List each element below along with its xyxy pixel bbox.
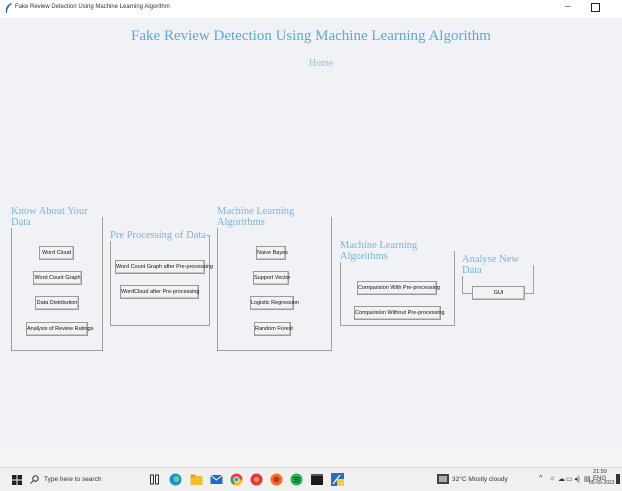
feather-icon: [5, 3, 12, 13]
mail-icon[interactable]: [210, 473, 223, 486]
weather-text[interactable]: 32°C Mostly cloudy: [452, 476, 508, 483]
app-icon-orange[interactable]: [270, 473, 283, 486]
window-title: Fake Review Detection Using Machine Lear…: [15, 4, 170, 10]
search-icon[interactable]: [30, 475, 39, 484]
edge-browser-icon[interactable]: [169, 473, 182, 486]
minimize-button[interactable]: –: [565, 1, 571, 12]
python-idle-icon[interactable]: [331, 473, 344, 486]
ml-algorithms-title: Machine Learning Algorithms: [217, 206, 295, 228]
clock-time[interactable]: 21:59: [593, 469, 607, 475]
data-distribution-button[interactable]: Data Distribution: [35, 296, 79, 310]
speaker-icon[interactable]: ◂): [574, 475, 580, 483]
know-about-data-group: Know About Your Data Word Cloud Word Cou…: [11, 206, 103, 351]
ml-algorithms-group: Machine Learning Algorithms Naive Bayes …: [217, 206, 332, 351]
wordcloud-after-button[interactable]: WordCloud after Pre-processing: [120, 285, 199, 299]
comparision-without-button[interactable]: Comparision Without Pre-processing: [354, 306, 445, 320]
app-heading: Fake Review Detection Using Machine Lear…: [131, 28, 491, 44]
naive-bayes-button[interactable]: Naive Bayes: [256, 246, 288, 260]
file-explorer-icon[interactable]: [190, 473, 203, 486]
word-count-graph-button[interactable]: Word Count Graph: [33, 271, 82, 285]
ml-comparison-title: Machine Learning Algorithms: [340, 240, 418, 262]
page-subheading: Home: [308, 58, 334, 69]
app-icon-red[interactable]: [250, 473, 263, 486]
window-title-bar: Fake Review Detection Using Machine Lear…: [0, 0, 622, 19]
windows-taskbar: Type here to search 32°C Mostly cloudy ^…: [0, 467, 622, 491]
terminal-icon[interactable]: [311, 474, 323, 485]
support-vector-button[interactable]: Support Vector: [253, 271, 290, 285]
analyse-new-data-title: Analyse New Data: [462, 254, 519, 276]
notifications-icon[interactable]: [616, 474, 620, 484]
taskbar-search-input[interactable]: Type here to search: [44, 476, 101, 483]
ml-comparison-group: Machine Learning Algorithms Comparision …: [340, 240, 455, 326]
show-hidden-icons-chevron-icon[interactable]: ^: [539, 475, 542, 482]
maximize-button[interactable]: [591, 3, 600, 12]
pre-processing-title: Pre Processing of Data: [110, 230, 206, 241]
clock-date[interactable]: 05-05-2023: [589, 480, 615, 486]
comparision-with-button[interactable]: Comparision With Pre-processing: [357, 281, 440, 295]
task-view-icon[interactable]: [150, 474, 160, 485]
word-cloud-button[interactable]: Word Cloud: [39, 246, 74, 260]
know-about-data-title: Know About Your Data: [11, 206, 88, 228]
app-window: Fake Review Detection Using Machine Lear…: [0, 18, 622, 448]
analyse-new-data-group: Analyse New Data GUI: [462, 254, 534, 300]
onedrive-cloud-icon[interactable]: ☁: [558, 475, 565, 483]
word-count-graph-after-button[interactable]: Word Count Graph after Pre-processing: [115, 260, 213, 274]
gui-button[interactable]: GUI: [472, 286, 525, 300]
pre-processing-group: Pre Processing of Data Word Count Graph …: [110, 230, 213, 326]
network-icon[interactable]: ☼: [549, 475, 555, 482]
chrome-browser-icon[interactable]: [230, 473, 243, 486]
battery-icon[interactable]: ▭: [566, 475, 573, 483]
weather-icon[interactable]: [437, 474, 449, 484]
spotify-icon[interactable]: [290, 473, 303, 486]
windows-start-icon[interactable]: [12, 475, 22, 485]
analysis-review-ratings-button[interactable]: Analysis of Review Ratings: [26, 322, 93, 336]
random-forest-button[interactable]: Random Forest: [254, 322, 293, 336]
logistic-regression-button[interactable]: Logistic Regression: [250, 296, 299, 310]
